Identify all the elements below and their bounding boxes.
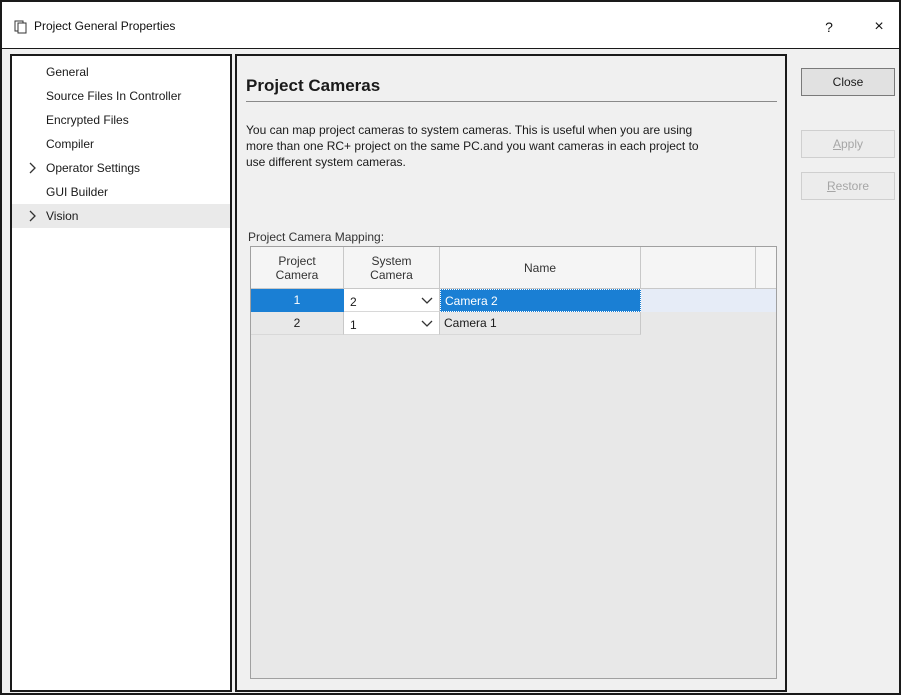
page-title: Project Cameras <box>246 76 381 95</box>
nav-item-encrypted-files[interactable]: Encrypted Files <box>12 108 230 132</box>
apply-button[interactable]: Apply <box>801 130 895 158</box>
nav-item-label: General <box>46 65 89 79</box>
system-camera-dropdown[interactable]: 1 <box>344 312 440 335</box>
copy-pages-icon <box>14 20 27 34</box>
nav-item-compiler[interactable]: Compiler <box>12 132 230 156</box>
close-button[interactable]: Close <box>801 68 895 96</box>
nav-item-label: Encrypted Files <box>46 113 129 127</box>
cell-project-camera[interactable]: 2 <box>251 312 344 335</box>
title-bar: Project General Properties ? × <box>2 2 899 49</box>
chevron-right-icon[interactable] <box>27 204 39 228</box>
apply-label-rest: pply <box>841 137 864 151</box>
header-text: Camera <box>275 268 319 282</box>
selected-row-tail <box>641 289 776 312</box>
dropdown-value: 2 <box>350 295 357 309</box>
table-row[interactable]: 2 1 Camera 1 <box>251 312 641 335</box>
restore-mnemonic: R <box>826 179 836 193</box>
restore-label-rest: estore <box>835 179 870 193</box>
window-close-button[interactable]: × <box>864 12 894 42</box>
cell-name[interactable]: Camera 1 <box>440 312 641 335</box>
header-text: Camera <box>370 268 413 282</box>
nav-item-label: Vision <box>46 209 79 223</box>
grid-label: Project Camera Mapping: <box>248 230 385 244</box>
apply-mnemonic: A <box>832 137 841 151</box>
dialog-window: Project General Properties ? × General S… <box>0 0 901 695</box>
title-divider <box>246 101 777 102</box>
nav-item-label: Operator Settings <box>46 161 141 175</box>
page-description: You can map project cameras to system ca… <box>246 122 780 170</box>
header-text: System <box>371 254 412 268</box>
header-text: Project <box>278 254 316 268</box>
dropdown-value: 1 <box>350 318 357 332</box>
header-filler <box>641 247 756 289</box>
nav-item-label: Compiler <box>46 137 95 151</box>
description-line: use different system cameras. <box>246 155 406 169</box>
help-button[interactable]: ? <box>814 12 844 42</box>
camera-mapping-grid[interactable]: Project Camera System Camera Name 1 2 Ca… <box>250 246 777 679</box>
nav-item-operator-settings[interactable]: Operator Settings <box>12 156 230 180</box>
nav-item-label: GUI Builder <box>46 185 109 199</box>
nav-item-source-files[interactable]: Source Files In Controller <box>12 84 230 108</box>
chevron-down-icon[interactable] <box>421 293 433 307</box>
description-line: more than one RC+ project on the same PC… <box>246 139 699 153</box>
nav-item-general[interactable]: General <box>12 60 230 84</box>
header-name[interactable]: Name <box>440 247 641 289</box>
window-title: Project General Properties <box>34 19 176 33</box>
table-row[interactable]: 1 2 Camera 2 <box>251 289 641 312</box>
cell-project-camera[interactable]: 1 <box>251 289 344 312</box>
nav-item-gui-builder[interactable]: GUI Builder <box>12 180 230 204</box>
cell-name[interactable]: Camera 2 <box>440 289 641 312</box>
header-project-camera[interactable]: Project Camera <box>251 247 344 289</box>
system-camera-dropdown[interactable]: 2 <box>344 289 440 312</box>
header-system-camera[interactable]: System Camera <box>344 247 440 289</box>
nav-item-vision[interactable]: Vision <box>12 204 230 228</box>
grid-header: Project Camera System Camera Name <box>251 247 776 289</box>
content-panel: Project Cameras You can map project came… <box>235 54 787 692</box>
settings-nav-tree: General Source Files In Controller Encry… <box>10 54 232 692</box>
restore-button[interactable]: Restore <box>801 172 895 200</box>
header-text: Name <box>523 261 556 275</box>
chevron-right-icon[interactable] <box>27 156 39 180</box>
nav-item-label: Source Files In Controller <box>46 89 182 103</box>
description-line: You can map project cameras to system ca… <box>246 123 693 137</box>
chevron-down-icon[interactable] <box>421 316 433 330</box>
